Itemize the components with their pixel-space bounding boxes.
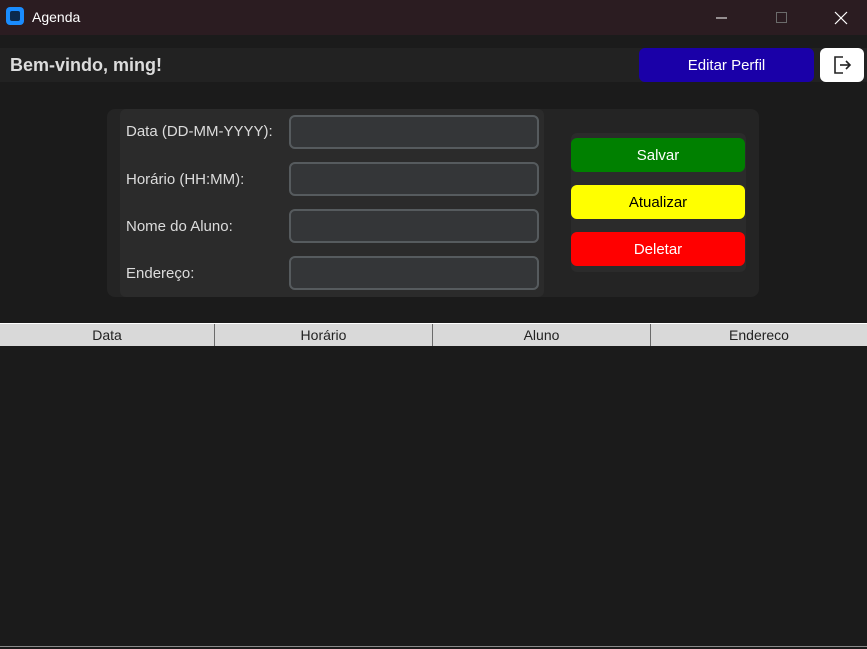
table-header: Data Horário Aluno Endereco	[0, 323, 867, 346]
column-header-student[interactable]: Aluno	[433, 324, 651, 346]
time-input[interactable]	[289, 162, 539, 196]
address-input[interactable]	[289, 256, 539, 290]
edit-profile-button[interactable]: Editar Perfil	[639, 48, 814, 82]
update-button[interactable]: Atualizar	[571, 185, 745, 219]
close-icon	[834, 11, 848, 24]
logout-icon	[834, 56, 852, 74]
maximize-button[interactable]	[759, 0, 805, 35]
column-header-time[interactable]: Horário	[215, 324, 433, 346]
column-header-address[interactable]: Endereco	[651, 324, 867, 346]
app-window-icon	[6, 7, 24, 25]
time-label: Horário (HH:MM):	[126, 171, 245, 188]
student-name-input[interactable]	[289, 209, 539, 243]
minimize-icon	[716, 17, 727, 18]
column-header-date[interactable]: Data	[0, 324, 215, 346]
date-label: Data (DD-MM-YYYY):	[126, 123, 273, 140]
window-title: Agenda	[32, 9, 81, 25]
minimize-button[interactable]	[699, 0, 745, 35]
close-button[interactable]	[818, 0, 864, 35]
title-bar: Agenda	[0, 0, 867, 35]
delete-button[interactable]: Deletar	[571, 232, 745, 266]
address-label: Endereço:	[126, 265, 195, 282]
maximize-icon	[776, 11, 787, 23]
logout-button[interactable]	[820, 48, 864, 82]
table-bottom-border	[0, 646, 867, 647]
date-input[interactable]	[289, 115, 539, 149]
student-name-label: Nome do Aluno:	[126, 218, 233, 235]
welcome-text: Bem-vindo, ming!	[10, 55, 162, 75]
table-body[interactable]	[0, 346, 867, 646]
save-button[interactable]: Salvar	[571, 138, 745, 172]
